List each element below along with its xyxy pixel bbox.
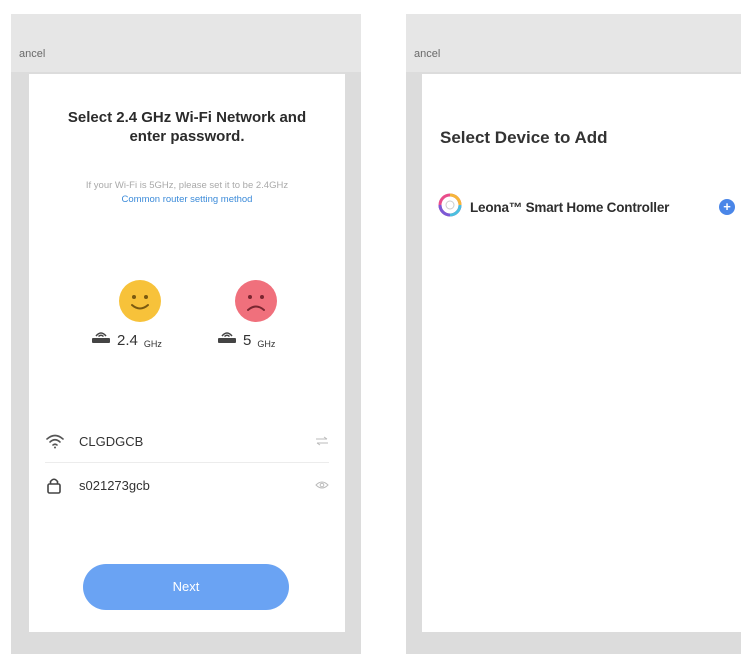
title-line-2: enter password. — [129, 128, 245, 145]
happy-face-icon — [119, 280, 161, 322]
page-title: Select Device to Add — [440, 128, 608, 147]
field-divider — [45, 462, 329, 463]
lock-icon — [45, 476, 71, 494]
next-button[interactable]: Next — [83, 564, 289, 610]
band-24-value: 2.4 — [117, 332, 138, 349]
wifi-band-note: If your Wi-Fi is 5GHz, please set it to … — [85, 180, 289, 191]
wifi-ssid-field[interactable]: CLGDGCB — [45, 422, 329, 460]
wifi-setup-content: Select 2.4 GHz Wi-Fi Network and enter p… — [29, 74, 345, 632]
band-5-value: 5 — [243, 332, 252, 349]
plus-circle-icon[interactable]: + — [719, 199, 735, 215]
eye-icon[interactable] — [311, 480, 329, 490]
title-line-1: Select 2.4 GHz Wi-Fi Network and — [67, 109, 307, 126]
select-device-content: Select Device to Add Leona™ Smart Home C… — [422, 74, 741, 632]
wifi-icon — [45, 433, 71, 449]
band-5-unit: GHz — [257, 339, 276, 349]
page-title: Select 2.4 GHz Wi-Fi Network and enter p… — [29, 108, 345, 146]
band-5ghz-label: 5 GHz — [217, 328, 275, 349]
device-logo-icon — [438, 193, 462, 222]
band-24ghz-label: 2.4 GHz — [91, 328, 162, 349]
top-bar: ancel — [406, 14, 741, 72]
password-field[interactable]: s021273gcb — [45, 466, 329, 504]
password-value: s021273gcb — [79, 477, 150, 493]
ssid-value: CLGDGCB — [79, 433, 144, 449]
switch-network-icon[interactable] — [311, 436, 329, 446]
select-device-screen: ancel Select Device to Add Leona™ Smart … — [406, 14, 741, 654]
sad-face-icon — [235, 280, 277, 322]
device-list-item[interactable]: Leona™ Smart Home Controller + — [438, 192, 735, 222]
cancel-button[interactable]: ancel — [414, 48, 440, 60]
top-bar: ancel — [11, 14, 361, 72]
device-name: Leona™ Smart Home Controller — [470, 199, 670, 215]
cancel-button[interactable]: ancel — [19, 48, 45, 60]
router-setting-link[interactable]: Common router setting method — [29, 194, 345, 205]
router-icon — [217, 328, 237, 349]
router-icon — [91, 328, 111, 349]
wifi-setup-screen: ancel Select 2.4 GHz Wi-Fi Network and e… — [11, 14, 361, 654]
band-24-unit: GHz — [143, 339, 162, 349]
